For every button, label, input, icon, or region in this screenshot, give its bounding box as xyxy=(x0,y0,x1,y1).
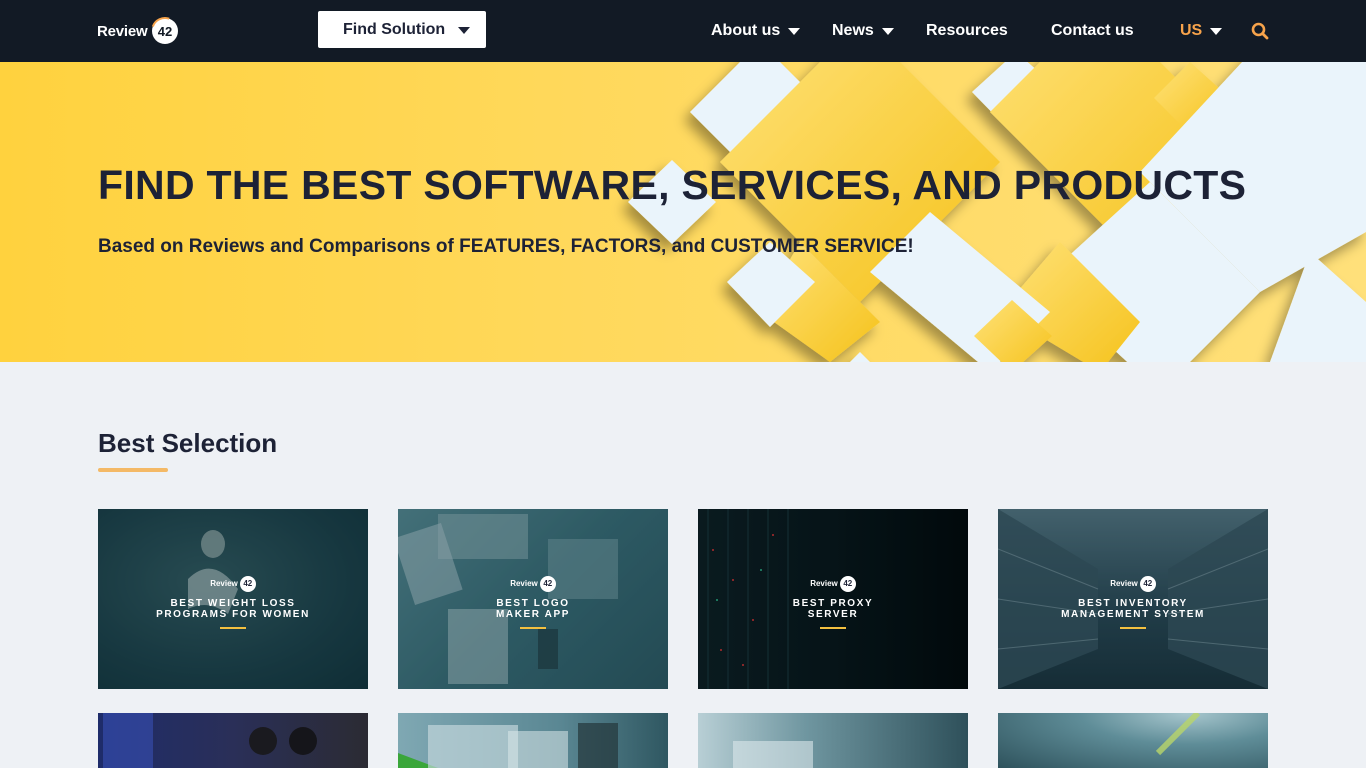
chevron-down-icon xyxy=(788,27,801,35)
card-proxy-server[interactable]: Review 42 BEST PROXY SERVER xyxy=(698,509,968,689)
top-navigation: Review 42 Find Solution About us News Re… xyxy=(0,0,1366,62)
lab-pipette-image xyxy=(1155,713,1201,756)
card-label-line2: SERVER xyxy=(807,608,859,620)
nav-about-us[interactable]: About us xyxy=(711,20,801,42)
card-underline xyxy=(520,626,546,629)
chevron-down-icon xyxy=(458,27,470,34)
card-row2-4[interactable] xyxy=(998,713,1268,768)
card-underline xyxy=(220,626,246,629)
card-weight-loss-programs[interactable]: Review 42 BEST WEIGHT LOSS PROGRAMS FOR W… xyxy=(98,509,368,689)
region-selector[interactable]: US xyxy=(1180,20,1223,42)
card-caption: Review 42 BEST INVENTORY MANAGEMENT SYSTE… xyxy=(998,573,1268,629)
logo-badge-text: 42 xyxy=(157,24,171,39)
nav-resources[interactable]: Resources xyxy=(926,20,1008,42)
section-title-underline xyxy=(98,468,168,472)
nav-contact-us-label: Contact us xyxy=(1051,22,1134,39)
card-caption: Review 42 BEST WEIGHT LOSS PROGRAMS FOR W… xyxy=(98,573,368,629)
laptop-image xyxy=(733,741,813,768)
card-caption: Review 42 BEST PROXY SERVER xyxy=(698,573,968,629)
logo-text: Review xyxy=(97,22,148,40)
card-row2-2[interactable] xyxy=(398,713,668,768)
card-label-line1: BEST WEIGHT LOSS xyxy=(170,597,296,609)
card-label-line2: PROGRAMS FOR WOMEN xyxy=(156,608,310,620)
logo-badge-icon: 42 xyxy=(150,17,179,45)
hero-title: FIND THE BEST SOFTWARE, SERVICES, AND PR… xyxy=(98,162,1247,208)
hero-banner: FIND THE BEST SOFTWARE, SERVICES, AND PR… xyxy=(0,62,1366,362)
hero-decorative-diamonds xyxy=(628,62,1366,362)
nav-contact-us[interactable]: Contact us xyxy=(1051,20,1134,42)
people-image xyxy=(103,713,317,768)
card-logo: Review 42 xyxy=(1110,575,1156,592)
chevron-down-icon xyxy=(1210,27,1223,35)
nav-resources-label: Resources xyxy=(926,22,1008,39)
card-inventory-management[interactable]: Review 42 BEST INVENTORY MANAGEMENT SYSTE… xyxy=(998,509,1268,689)
widget-templates-image xyxy=(398,723,618,768)
section-title: Best Selection xyxy=(98,428,278,458)
card-underline xyxy=(1120,626,1146,629)
card-label-line2: MAKER APP xyxy=(495,608,571,620)
card-label-line1: BEST PROXY xyxy=(792,597,874,609)
region-label: US xyxy=(1180,22,1203,39)
hero-subtitle: Based on Reviews and Comparisons of FEAT… xyxy=(98,236,914,257)
card-underline xyxy=(820,626,846,629)
card-row2-3[interactable] xyxy=(698,713,968,768)
nav-about-us-label: About us xyxy=(711,22,781,39)
chevron-down-icon xyxy=(881,27,894,35)
find-solution-label: Find Solution xyxy=(343,20,446,38)
card-row2-1[interactable] xyxy=(98,713,368,768)
nav-news[interactable]: News xyxy=(832,20,894,42)
card-logo: Review 42 xyxy=(810,575,856,592)
card-logo: Review 42 xyxy=(510,575,556,592)
card-caption: Review 42 BEST LOGO MAKER APP xyxy=(398,573,668,629)
card-label-line1: BEST LOGO xyxy=(496,597,570,609)
card-logo-maker-app[interactable]: Review 42 BEST LOGO MAKER APP xyxy=(398,509,668,689)
nav-news-label: News xyxy=(832,22,874,39)
card-logo: Review 42 xyxy=(210,575,256,592)
card-label-line2: MANAGEMENT SYSTEM xyxy=(1061,608,1205,620)
card-label-line1: BEST INVENTORY xyxy=(1078,597,1188,609)
site-logo[interactable]: Review 42 xyxy=(97,14,179,48)
find-solution-button[interactable]: Find Solution xyxy=(318,11,486,48)
search-icon[interactable] xyxy=(1251,22,1269,40)
